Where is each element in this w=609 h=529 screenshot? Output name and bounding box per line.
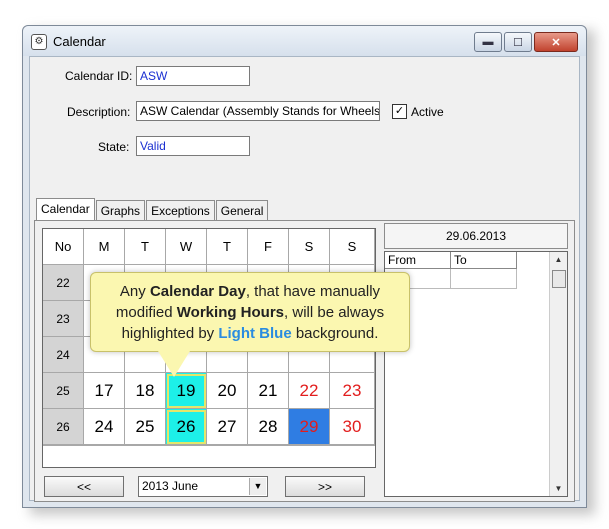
calendar-column-header: No xyxy=(43,229,84,265)
calendar-empty-cell[interactable] xyxy=(248,445,289,446)
calendar-empty-cell[interactable] xyxy=(289,445,330,446)
calendar-day-cell[interactable]: 21 xyxy=(248,373,289,409)
calendar-empty-cell[interactable] xyxy=(166,445,207,446)
callout-bold-working-hours: Working Hours xyxy=(176,304,285,321)
calendar-column-header: W xyxy=(166,229,207,265)
calendar-empty-cell[interactable] xyxy=(84,445,125,446)
week-number: 26 xyxy=(43,409,84,445)
callout-pointer xyxy=(158,351,190,377)
calendar-day-cell[interactable]: 19 xyxy=(166,373,207,409)
week-number: 24 xyxy=(43,337,84,373)
description-field[interactable]: ASW Calendar (Assembly Stands for Wheels… xyxy=(136,101,380,121)
calendar-empty-cell[interactable] xyxy=(125,445,166,446)
calendar-empty-cell[interactable] xyxy=(330,445,375,446)
active-label: Active xyxy=(411,105,444,119)
next-month-button[interactable]: >> xyxy=(285,476,365,497)
scroll-up-icon[interactable]: ▲ xyxy=(550,252,567,267)
close-button[interactable]: ✕ xyxy=(534,32,578,52)
calendar-gear-icon: ⚙ xyxy=(31,34,47,50)
calendar-day-cell[interactable]: 26 xyxy=(166,409,207,445)
calendar-day-cell[interactable]: 24 xyxy=(84,409,125,445)
working-hours-table: From To ▲ ▼ xyxy=(384,251,568,497)
calendar-day-cell[interactable]: 29 xyxy=(289,409,330,445)
calendar-day-cell[interactable]: 28 xyxy=(248,409,289,445)
tab-general[interactable]: General xyxy=(215,200,269,221)
calendar-empty-cell[interactable] xyxy=(207,445,248,446)
tab-exceptions[interactable]: Exceptions xyxy=(146,200,215,221)
calendar-id-label: Calendar ID: xyxy=(65,69,133,83)
annotation-callout: Any Calendar Day, that have manually mod… xyxy=(90,272,410,352)
callout-text: highlighted by xyxy=(121,325,219,342)
hours-row-to-cell[interactable] xyxy=(451,269,517,289)
calendar-tab-panel: NoMTWTFSS2212232425171819202122232624252… xyxy=(34,220,575,502)
calendar-day-cell[interactable]: 27 xyxy=(207,409,248,445)
calendar-column-header: M xyxy=(84,229,125,265)
month-select-value: 2013 June xyxy=(142,479,199,493)
maximize-button[interactable]: ☐ xyxy=(504,32,532,52)
tab-graphs[interactable]: Graphs xyxy=(95,200,146,221)
callout-text: , will be always xyxy=(284,304,385,321)
chevron-down-icon[interactable]: ▼ xyxy=(249,478,266,495)
callout-text: , that have manually xyxy=(245,283,381,300)
calendar-column-header: S xyxy=(330,229,375,265)
week-number: 25 xyxy=(43,373,84,409)
calendar-window: ⚙ Calendar ▬ ☐ ✕ Calendar ID: ASW Descri… xyxy=(22,25,587,508)
vertical-scrollbar[interactable]: ▲ ▼ xyxy=(549,252,567,496)
tab-calendar[interactable]: Calendar xyxy=(36,198,95,222)
calendar-column-header: F xyxy=(248,229,289,265)
active-checkbox[interactable]: ✓ xyxy=(392,104,407,119)
title-bar[interactable]: ⚙ Calendar ▬ ☐ ✕ xyxy=(23,26,586,56)
calendar-day-cell[interactable]: 22 xyxy=(289,373,330,409)
calendar-day-cell[interactable]: 20 xyxy=(207,373,248,409)
callout-text: background. xyxy=(291,325,379,342)
description-label: Description: xyxy=(67,105,131,119)
callout-bold-calendar-day: Calendar Day xyxy=(149,283,246,300)
prev-month-button[interactable]: << xyxy=(44,476,124,497)
window-title: Calendar xyxy=(53,34,106,49)
calendar-day-cell[interactable]: 23 xyxy=(330,373,375,409)
calendar-day-cell[interactable]: 25 xyxy=(125,409,166,445)
week-number: 22 xyxy=(43,265,84,301)
calendar-column-header: S xyxy=(289,229,330,265)
state-field[interactable]: Valid xyxy=(136,136,250,156)
state-label: State: xyxy=(98,140,130,154)
calendar-empty-cell xyxy=(43,445,84,446)
calendar-day-cell[interactable]: 30 xyxy=(330,409,375,445)
callout-text: Any xyxy=(119,283,150,300)
scroll-down-icon[interactable]: ▼ xyxy=(550,481,567,496)
calendar-day-cell[interactable]: 18 xyxy=(125,373,166,409)
calendar-day-cell[interactable]: 17 xyxy=(84,373,125,409)
callout-light-blue: Light Blue xyxy=(218,325,292,342)
calendar-column-header: T xyxy=(207,229,248,265)
callout-text: modified xyxy=(115,304,177,321)
calendar-id-field[interactable]: ASW xyxy=(136,66,250,86)
scroll-thumb[interactable] xyxy=(552,270,566,288)
working-hours-panel: 29.06.2013 From To ▲ ▼ xyxy=(384,223,568,497)
from-column-header: From xyxy=(385,252,451,269)
minimize-button[interactable]: ▬ xyxy=(474,32,502,52)
calendar-column-header: T xyxy=(125,229,166,265)
to-column-header: To xyxy=(451,252,517,269)
selected-date-header: 29.06.2013 xyxy=(384,223,568,249)
month-select[interactable]: 2013 June ▼ xyxy=(138,476,268,497)
week-number: 23 xyxy=(43,301,84,337)
